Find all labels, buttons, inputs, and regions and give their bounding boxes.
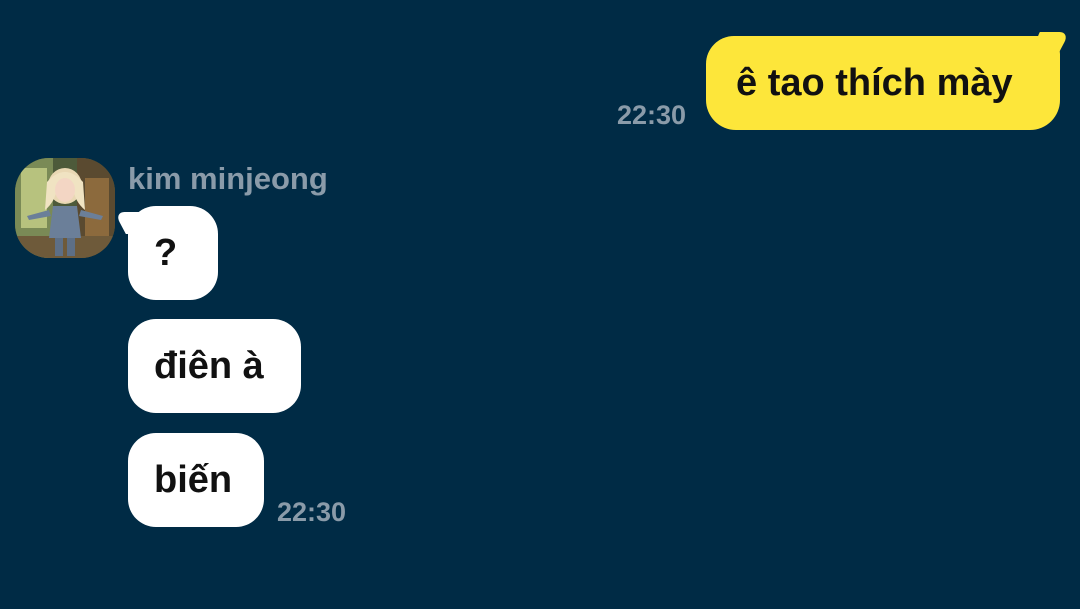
incoming-message-bubble[interactable]: điên à <box>128 319 301 413</box>
incoming-timestamp: 22:30 <box>277 497 347 527</box>
incoming-message-text: điên à <box>154 344 264 387</box>
sender-name: kim minjeong <box>128 161 328 196</box>
outgoing-message-text: ê tao thích mày <box>736 61 1013 104</box>
incoming-message-text: biến <box>154 458 233 501</box>
outgoing-timestamp: 22:30 <box>617 100 687 130</box>
outgoing-message-bubble[interactable]: ê tao thích mày <box>706 36 1060 130</box>
incoming-message-bubble[interactable]: biến <box>128 433 264 527</box>
incoming-message-bubble[interactable]: ? <box>128 206 218 300</box>
avatar[interactable] <box>15 158 115 258</box>
incoming-message-text: ? <box>154 231 178 274</box>
profile-photo-avatar-icon <box>15 158 115 258</box>
